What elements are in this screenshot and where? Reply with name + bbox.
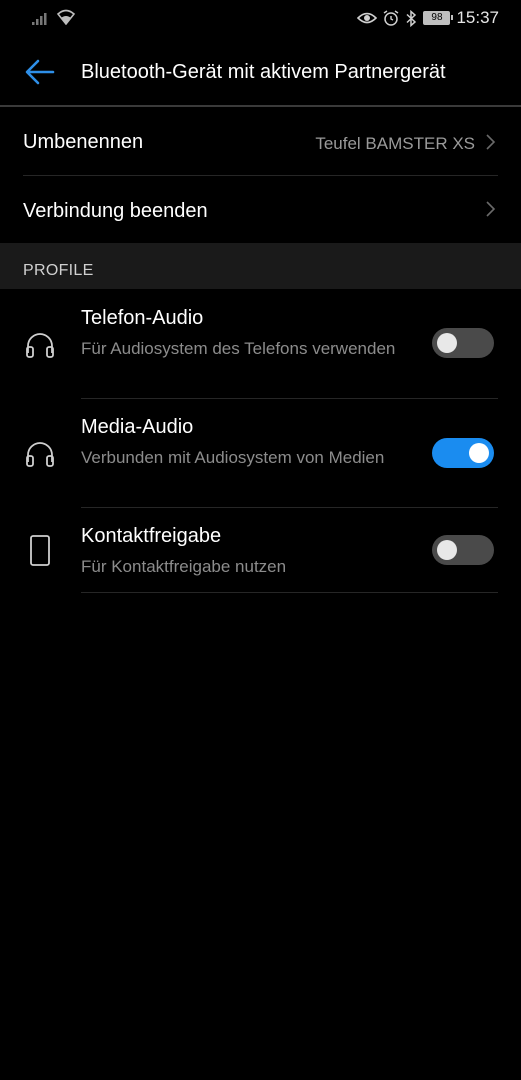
rename-value: Teufel BAMSTER XS: [315, 134, 475, 153]
arrow-left-icon: [25, 59, 55, 85]
headphones-icon: [26, 442, 54, 467]
media-audio-toggle[interactable]: [432, 438, 494, 468]
section-header: PROFILE: [0, 243, 521, 289]
headphones-icon: [26, 333, 54, 358]
profile-title: Telefon-Audio: [81, 307, 204, 329]
toggle-knob: [437, 333, 457, 353]
row-divider: [81, 592, 498, 593]
profile-title: Kontaktfreigabe: [81, 525, 222, 547]
profile-title: Media-Audio: [81, 416, 194, 438]
battery-icon: 98: [423, 11, 454, 25]
app-bar: Bluetooth-Gerät mit aktivem Partnergerät: [0, 38, 521, 106]
profile-subtitle: Für Kontaktfreigabe nutzen: [81, 557, 287, 576]
status-bar: 98 15:37: [0, 0, 521, 38]
rename-label: Umbenennen: [23, 131, 144, 153]
profile-item-telefon-audio[interactable]: Telefon-Audio Für Audiosystem des Telefo…: [0, 289, 521, 399]
disconnect-label: Verbindung beenden: [23, 200, 208, 222]
eye-icon: [357, 12, 378, 24]
back-button[interactable]: [22, 54, 58, 90]
status-left: [32, 9, 76, 25]
bluetooth-icon: [406, 9, 417, 27]
chevron-right-icon: [486, 201, 496, 217]
signal-icon: [32, 13, 47, 25]
rename-row[interactable]: Umbenennen Teufel BAMSTER XS: [0, 107, 521, 175]
alarm-icon: [384, 10, 399, 26]
status-time: 15:37: [456, 8, 499, 27]
telefon-audio-toggle[interactable]: [432, 328, 494, 358]
profile-item-media-audio[interactable]: Media-Audio Verbunden mit Audiosystem vo…: [0, 399, 521, 508]
phone-icon: [30, 535, 50, 566]
profile-subtitle: Verbunden mit Audiosystem von Medien: [81, 448, 385, 467]
page-title: Bluetooth-Gerät mit aktivem Partnergerät: [81, 61, 446, 83]
kontaktfreigabe-toggle[interactable]: [432, 535, 494, 565]
toggle-knob: [469, 443, 489, 463]
status-right: 98 15:37: [357, 8, 499, 28]
disconnect-row[interactable]: Verbindung beenden: [0, 176, 521, 243]
profile-subtitle: Für Audiosystem des Telefons verwenden: [81, 339, 396, 358]
chevron-right-icon: [486, 134, 496, 150]
section-header-label: PROFILE: [23, 262, 94, 279]
wifi-icon: [56, 9, 76, 25]
profile-item-kontaktfreigabe[interactable]: Kontaktfreigabe Für Kontaktfreigabe nutz…: [0, 508, 521, 593]
toggle-knob: [437, 540, 457, 560]
